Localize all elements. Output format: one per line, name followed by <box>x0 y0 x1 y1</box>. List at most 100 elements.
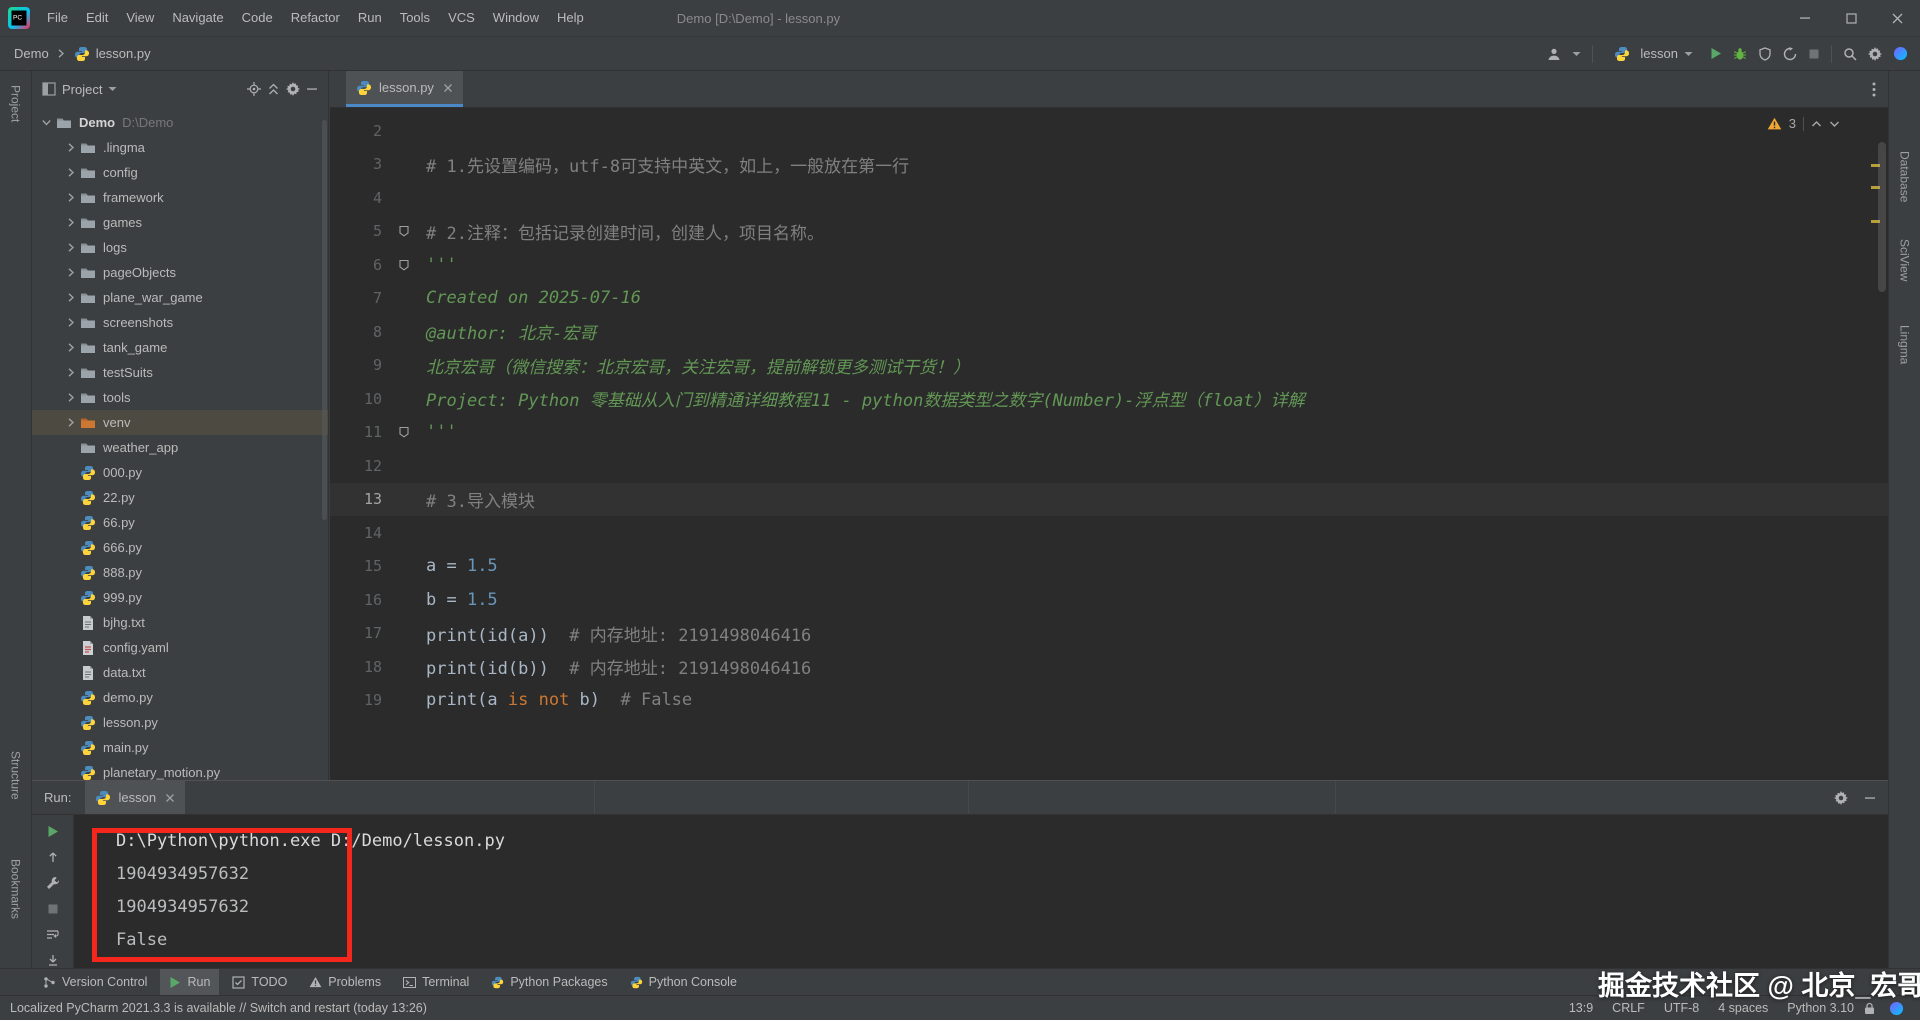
tab-options-icon[interactable] <box>1872 82 1876 97</box>
tree-item-.lingma[interactable]: .lingma <box>32 135 328 160</box>
user-dropdown-caret-icon[interactable] <box>1572 51 1581 57</box>
collapse-all-icon[interactable] <box>267 83 280 96</box>
locate-file-icon[interactable] <box>247 82 261 96</box>
menu-edit[interactable]: Edit <box>77 0 117 36</box>
code-line-3[interactable]: 3 # 1.先设置编码，utf-8可支持中英文，如上，一般放在第一行 <box>330 148 1888 182</box>
menu-view[interactable]: View <box>117 0 163 36</box>
code-line-11[interactable]: 11 ''' <box>330 416 1888 450</box>
menu-vcs[interactable]: VCS <box>439 0 484 36</box>
tree-item-config[interactable]: config <box>32 160 328 185</box>
menu-code[interactable]: Code <box>233 0 282 36</box>
menu-navigate[interactable]: Navigate <box>163 0 232 36</box>
chevron-right-icon[interactable] <box>62 267 78 278</box>
toolwindow-button-todo[interactable]: TODO <box>223 969 296 995</box>
chevron-right-icon[interactable] <box>62 242 78 253</box>
gutter-mark-icon[interactable] <box>382 426 426 438</box>
soft-wrap-icon[interactable] <box>46 928 59 941</box>
run-tab-close-icon[interactable] <box>165 793 175 803</box>
tool-stripe-structure[interactable]: Structure <box>9 751 23 800</box>
status-4-spaces[interactable]: 4 spaces <box>1718 1001 1768 1015</box>
settings-gear-icon[interactable] <box>1868 46 1882 61</box>
project-view-selector[interactable]: Project <box>62 82 102 97</box>
tree-item-games[interactable]: games <box>32 210 328 235</box>
code-line-13[interactable]: 13 # 3.导入模块 <box>330 482 1888 516</box>
status-python-3-10[interactable]: Python 3.10 <box>1787 1001 1854 1015</box>
tree-item-pageObjects[interactable]: pageObjects <box>32 260 328 285</box>
scroll-to-end-icon[interactable] <box>47 954 59 966</box>
minimize-button[interactable] <box>1782 0 1828 36</box>
tab-close-icon[interactable] <box>443 83 453 93</box>
tab-lesson-py[interactable]: lesson.py <box>346 71 463 107</box>
tool-stripe-project[interactable]: Project <box>9 85 23 122</box>
code-line-8[interactable]: 8 @author: 北京-宏哥 <box>330 315 1888 349</box>
code-line-16[interactable]: 16 b = 1.5 <box>330 583 1888 617</box>
tree-item-framework[interactable]: framework <box>32 185 328 210</box>
tree-item-weather_app[interactable]: weather_app <box>32 435 328 460</box>
run-settings-gear-icon[interactable] <box>1834 790 1848 805</box>
code-line-19[interactable]: 19 print(a is not b) # False <box>330 684 1888 718</box>
tree-item-testSuits[interactable]: testSuits <box>32 360 328 385</box>
code-line-7[interactable]: 7 Created on 2025-07-16 <box>330 282 1888 316</box>
editor-scrollbar[interactable] <box>1878 142 1886 292</box>
run-button[interactable] <box>1710 47 1722 60</box>
tree-item-tools[interactable]: tools <box>32 385 328 410</box>
tool-stripe-bookmarks[interactable]: Bookmarks <box>9 859 23 919</box>
hide-panel-icon[interactable] <box>306 83 318 95</box>
code-line-14[interactable]: 14 <box>330 516 1888 550</box>
tree-item-config.yaml[interactable]: config.yaml <box>32 635 328 660</box>
breadcrumb-file[interactable]: lesson.py <box>96 46 151 61</box>
inspections-widget[interactable]: 3 <box>1767 116 1840 131</box>
tree-item-999.py[interactable]: 999.py <box>32 585 328 610</box>
code-line-9[interactable]: 9 北京宏哥（微信搜索：北京宏哥，关注宏哥，提前解锁更多测试干货！） <box>330 349 1888 383</box>
tree-item-000.py[interactable]: 000.py <box>32 460 328 485</box>
run-tab-lesson[interactable]: lesson <box>85 781 186 814</box>
tree-item-venv[interactable]: venv <box>32 410 328 435</box>
tree-item-plane_war_game[interactable]: plane_war_game <box>32 285 328 310</box>
toolwindow-button-run[interactable]: Run <box>160 969 220 995</box>
close-button[interactable] <box>1874 0 1920 36</box>
tree-item-lesson.py[interactable]: lesson.py <box>32 710 328 735</box>
chevron-right-icon[interactable] <box>62 392 78 403</box>
project-settings-icon[interactable] <box>286 82 300 96</box>
chevron-right-icon[interactable] <box>62 292 78 303</box>
toolwindow-button-terminal[interactable]: Terminal <box>394 969 478 995</box>
up-stack-icon[interactable] <box>47 851 59 863</box>
status-13-9[interactable]: 13:9 <box>1569 1001 1593 1015</box>
profiler-button[interactable] <box>1783 46 1797 61</box>
tool-stripe-database[interactable]: Database <box>1898 151 1912 202</box>
chevron-right-icon[interactable] <box>62 317 78 328</box>
chevron-right-icon[interactable] <box>62 192 78 203</box>
run-minimize-icon[interactable] <box>1864 792 1876 804</box>
menu-tools[interactable]: Tools <box>391 0 439 36</box>
chevron-right-icon[interactable] <box>62 167 78 178</box>
tree-item-planetary_motion.py[interactable]: planetary_motion.py <box>32 760 328 780</box>
readonly-lock-icon[interactable] <box>1864 1002 1875 1015</box>
tree-item-66.py[interactable]: 66.py <box>32 510 328 535</box>
tree-item-666.py[interactable]: 666.py <box>32 535 328 560</box>
chevron-right-icon[interactable] <box>62 217 78 228</box>
gutter-mark-icon[interactable] <box>382 225 426 237</box>
menu-help[interactable]: Help <box>548 0 593 36</box>
user-icon[interactable] <box>1547 47 1561 61</box>
toolwindow-button-problems[interactable]: Problems <box>300 969 390 995</box>
menu-window[interactable]: Window <box>484 0 548 36</box>
status-utf-8[interactable]: UTF-8 <box>1664 1001 1699 1015</box>
tree-item-main.py[interactable]: main.py <box>32 735 328 760</box>
menu-refactor[interactable]: Refactor <box>282 0 349 36</box>
toolwindow-button-python-console[interactable]: Python Console <box>621 969 746 995</box>
code-line-4[interactable]: 4 <box>330 181 1888 215</box>
chevron-down-icon[interactable] <box>38 117 54 128</box>
code-line-5[interactable]: 5 # 2.注释：包括记录创建时间，创建人，项目名称。 <box>330 215 1888 249</box>
run-config-selector[interactable]: lesson <box>1604 44 1699 64</box>
breadcrumb-project[interactable]: Demo <box>14 46 49 61</box>
status-crlf[interactable]: CRLF <box>1612 1001 1645 1015</box>
code-line-10[interactable]: 10 Project: Python 零基础从入门到精通详细教程11 - pyth… <box>330 382 1888 416</box>
search-everywhere-icon[interactable] <box>1843 47 1857 61</box>
chevron-right-icon[interactable] <box>62 367 78 378</box>
prev-warning-icon[interactable] <box>1811 120 1822 128</box>
toolwindow-button-version-control[interactable]: Version Control <box>34 969 156 995</box>
rerun-button[interactable] <box>47 825 59 838</box>
code-line-12[interactable]: 12 <box>330 449 1888 483</box>
tree-item-888.py[interactable]: 888.py <box>32 560 328 585</box>
tree-item-screenshots[interactable]: screenshots <box>32 310 328 335</box>
